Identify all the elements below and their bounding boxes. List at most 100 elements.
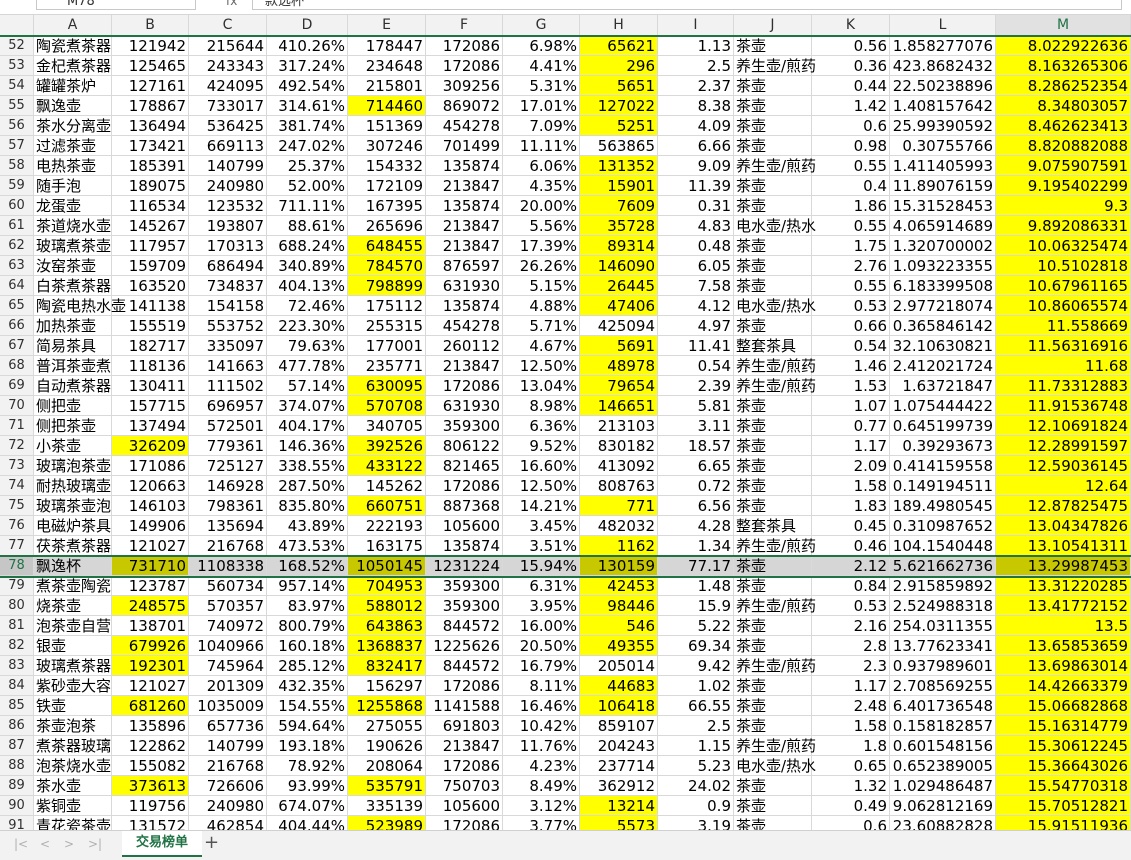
cell-e73[interactable]: 433122 [348, 456, 426, 476]
cell-i66[interactable]: 4.97 [658, 316, 734, 336]
cell-g67[interactable]: 4.67% [503, 336, 580, 356]
cell-e70[interactable]: 570708 [348, 396, 426, 416]
name-box[interactable]: M78 [36, 0, 196, 10]
cell-m75[interactable]: 12.87825475 [996, 496, 1131, 516]
cell-g86[interactable]: 10.42% [503, 716, 580, 736]
cell-b56[interactable]: 136494 [112, 116, 189, 136]
cell-l84[interactable]: 2.708569255 [890, 676, 996, 696]
cell-b66[interactable]: 155519 [112, 316, 189, 336]
cell-g90[interactable]: 3.12% [503, 796, 580, 816]
cell-g62[interactable]: 17.39% [503, 236, 580, 256]
cell-e79[interactable]: 704953 [348, 576, 426, 596]
cell-b63[interactable]: 159709 [112, 256, 189, 276]
cell-f60[interactable]: 135874 [426, 196, 503, 216]
cell-h86[interactable]: 859107 [580, 716, 658, 736]
cell-m66[interactable]: 11.558669 [996, 316, 1131, 336]
cell-c82[interactable]: 1040966 [189, 636, 267, 656]
cell-j76[interactable]: 整套茶具 [734, 516, 812, 536]
row-number[interactable]: 74 [0, 476, 34, 496]
cell-c73[interactable]: 725127 [189, 456, 267, 476]
cell-c71[interactable]: 572501 [189, 416, 267, 436]
cell-k57[interactable]: 0.98 [812, 136, 890, 156]
cell-a74[interactable]: 耐热玻璃壶 [34, 476, 112, 496]
cell-a59[interactable]: 随手泡 [34, 176, 112, 196]
cell-m72[interactable]: 12.28991597 [996, 436, 1131, 456]
cell-l70[interactable]: 1.075444422 [890, 396, 996, 416]
cell-m52[interactable]: 8.022922636 [996, 36, 1131, 56]
cell-k55[interactable]: 1.42 [812, 96, 890, 116]
cell-k85[interactable]: 2.48 [812, 696, 890, 716]
cell-g64[interactable]: 5.15% [503, 276, 580, 296]
row-number[interactable]: 76 [0, 516, 34, 536]
cell-i83[interactable]: 9.42 [658, 656, 734, 676]
cell-f71[interactable]: 359300 [426, 416, 503, 436]
cell-l57[interactable]: 0.30755766 [890, 136, 996, 156]
cell-g53[interactable]: 4.41% [503, 56, 580, 76]
cell-c68[interactable]: 141663 [189, 356, 267, 376]
cell-g65[interactable]: 4.88% [503, 296, 580, 316]
cell-g78[interactable]: 15.94% [503, 556, 580, 576]
cell-a53[interactable]: 金杞煮茶器 [34, 56, 112, 76]
cell-i62[interactable]: 0.48 [658, 236, 734, 256]
cell-j66[interactable]: 茶壶 [734, 316, 812, 336]
row-number[interactable]: 53 [0, 56, 34, 76]
cell-i63[interactable]: 6.05 [658, 256, 734, 276]
cell-g82[interactable]: 20.50% [503, 636, 580, 656]
cell-i70[interactable]: 5.81 [658, 396, 734, 416]
cell-i71[interactable]: 3.11 [658, 416, 734, 436]
cell-j80[interactable]: 养生壶/煎药 [734, 596, 816, 616]
cell-c76[interactable]: 135694 [189, 516, 267, 536]
row-number[interactable]: 63 [0, 256, 34, 276]
cell-d86[interactable]: 594.64% [267, 716, 348, 736]
cell-a66[interactable]: 加热茶壶 [34, 316, 112, 336]
cell-l58[interactable]: 1.411405993 [890, 156, 996, 176]
cell-l81[interactable]: 254.0311355 [890, 616, 996, 636]
cell-i87[interactable]: 1.15 [658, 736, 734, 756]
cell-j70[interactable]: 茶壶 [734, 396, 812, 416]
cell-b74[interactable]: 120663 [112, 476, 189, 496]
row-number[interactable]: 87 [0, 736, 34, 756]
cell-b69[interactable]: 130411 [112, 376, 189, 396]
cell-a56[interactable]: 茶水分离壶 [34, 116, 112, 136]
cell-m60[interactable]: 9.3 [996, 196, 1131, 216]
cell-g52[interactable]: 6.98% [503, 36, 580, 56]
cell-a62[interactable]: 玻璃煮茶壶 [34, 236, 112, 256]
cell-i65[interactable]: 4.12 [658, 296, 734, 316]
cell-g83[interactable]: 16.79% [503, 656, 580, 676]
row-number[interactable]: 84 [0, 676, 34, 696]
spreadsheet-grid[interactable]: 52 陶瓷煮茶器 121942 215644 410.26% 178447 172086 6.… [0, 36, 1131, 836]
cell-b76[interactable]: 149906 [112, 516, 189, 536]
cell-c63[interactable]: 686494 [189, 256, 267, 276]
cell-d60[interactable]: 711.11% [267, 196, 348, 216]
cell-j68[interactable]: 养生壶/煎药 [734, 356, 816, 376]
cell-f74[interactable]: 172086 [426, 476, 503, 496]
cell-f72[interactable]: 806122 [426, 436, 503, 456]
cell-j71[interactable]: 茶壶 [734, 416, 812, 436]
cell-c60[interactable]: 123532 [189, 196, 267, 216]
cell-j63[interactable]: 茶壶 [734, 256, 812, 276]
cell-d90[interactable]: 674.07% [267, 796, 348, 816]
cell-d70[interactable]: 374.07% [267, 396, 348, 416]
cell-k84[interactable]: 1.17 [812, 676, 890, 696]
cell-b53[interactable]: 125465 [112, 56, 189, 76]
cell-j86[interactable]: 茶壶 [734, 716, 812, 736]
cell-a63[interactable]: 汝窑茶壶 [34, 256, 112, 276]
cell-h67[interactable]: 5691 [580, 336, 658, 356]
cell-l56[interactable]: 25.99390592 [890, 116, 996, 136]
cell-f62[interactable]: 213847 [426, 236, 503, 256]
cell-e64[interactable]: 798899 [348, 276, 426, 296]
cell-i61[interactable]: 4.83 [658, 216, 734, 236]
cell-j59[interactable]: 茶壶 [734, 176, 812, 196]
cell-h57[interactable]: 563865 [580, 136, 658, 156]
cell-k63[interactable]: 2.76 [812, 256, 890, 276]
cell-c52[interactable]: 215644 [189, 36, 267, 56]
cell-h58[interactable]: 131352 [580, 156, 658, 176]
cell-f77[interactable]: 135874 [426, 536, 503, 556]
cell-l64[interactable]: 6.183399508 [890, 276, 996, 296]
column-header-b[interactable]: B [112, 15, 189, 35]
cell-c62[interactable]: 170313 [189, 236, 267, 256]
row-number[interactable]: 71 [0, 416, 34, 436]
cell-a61[interactable]: 茶道烧水壶 [34, 216, 112, 236]
cell-b72[interactable]: 326209 [112, 436, 189, 456]
cell-m77[interactable]: 13.10541311 [996, 536, 1131, 556]
